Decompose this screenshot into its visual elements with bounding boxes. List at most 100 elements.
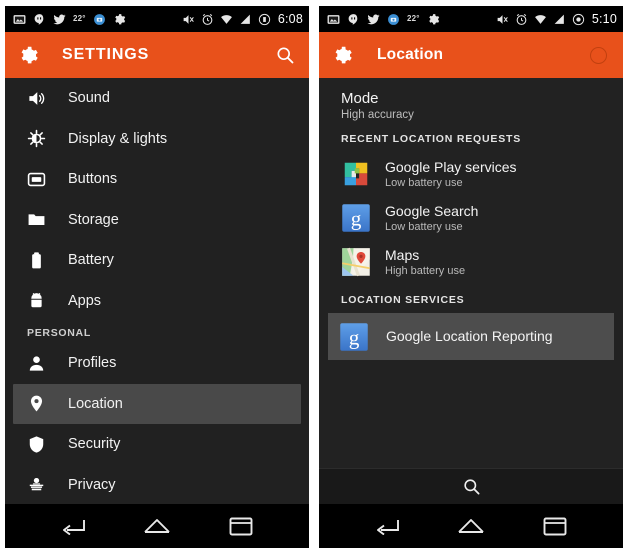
settings-app-bar: SETTINGS xyxy=(5,32,309,78)
location-mode-item[interactable]: Mode High accuracy xyxy=(319,78,623,131)
gear-icon xyxy=(114,13,125,24)
status-bar-left-icons: 22° xyxy=(327,13,440,26)
blue-app-icon xyxy=(388,13,399,25)
android-icon xyxy=(31,293,42,308)
settings-item-privacy[interactable]: Privacy xyxy=(5,465,309,505)
location-app-bar: Location xyxy=(319,32,623,78)
phone-location-screen: 22° 5:10 Location Mode High accuracy REC… xyxy=(319,6,623,548)
settings-item-profiles[interactable]: Profiles xyxy=(5,343,309,384)
wifi-icon xyxy=(220,14,232,24)
battery-use-label: High battery use xyxy=(385,265,466,278)
settings-item-label: Storage xyxy=(68,211,119,228)
location-content: Mode High accuracy RECENT LOCATION REQUE… xyxy=(319,78,623,504)
home-icon xyxy=(458,519,484,533)
location-request-row[interactable]: Google Play services Low battery use xyxy=(319,152,623,196)
section-header-recent-requests: RECENT LOCATION REQUESTS xyxy=(341,133,522,145)
location-request-text: Google Play services Low battery use xyxy=(385,159,517,189)
settings-item-battery[interactable]: Battery xyxy=(5,240,309,281)
back-icon xyxy=(63,520,85,535)
alarm-icon xyxy=(516,13,527,25)
mode-title: Mode xyxy=(341,90,379,107)
location-request-text: Google Search Low battery use xyxy=(385,203,478,233)
temperature-label: 22° xyxy=(73,14,86,23)
twitter-icon xyxy=(367,13,380,24)
gear-icon[interactable] xyxy=(332,45,353,66)
section-header-location-services: LOCATION SERVICES xyxy=(341,294,465,306)
location-service-row-google-location-reporting[interactable]: g Google Location Reporting xyxy=(328,313,614,360)
svg-text:g: g xyxy=(351,207,362,231)
battery-icon xyxy=(572,13,584,25)
service-name: Google Location Reporting xyxy=(386,328,553,345)
settings-item-label: Location xyxy=(68,395,123,412)
settings-item-label: Apps xyxy=(68,292,102,309)
app-name: Maps xyxy=(385,246,420,263)
recents-icon xyxy=(543,517,567,535)
alarm-icon xyxy=(202,13,213,25)
screenshot-icon xyxy=(327,14,340,24)
navigation-bar xyxy=(319,504,623,548)
settings-item-label: Display & lights xyxy=(68,130,168,147)
settings-item-storage[interactable]: Storage xyxy=(5,200,309,241)
location-request-row[interactable]: g Google Search Low battery use xyxy=(319,196,623,240)
location-request-text: Maps High battery use xyxy=(385,247,465,277)
buttons-icon xyxy=(27,172,46,186)
status-bar: 22° 6:08 xyxy=(5,6,309,32)
status-bar-left-icons: 22° xyxy=(13,13,126,26)
blue-app-icon xyxy=(93,13,105,25)
clock-label: 5:10 xyxy=(591,12,617,26)
settings-item-security[interactable]: Security xyxy=(5,424,309,465)
spy-icon xyxy=(29,478,44,491)
battery-use-label: Low battery use xyxy=(385,221,463,234)
settings-item-label: Profiles xyxy=(68,355,117,372)
status-bar-right-icons: 5:10 xyxy=(496,12,617,26)
screenshot-stage: 22° 6:08 SETTINGS Sound Display & lights… xyxy=(0,0,628,554)
signal-icon xyxy=(240,14,250,24)
page-title: Location xyxy=(377,46,444,63)
signal-icon xyxy=(554,14,564,24)
page-title: SETTINGS xyxy=(62,46,150,63)
google-search-icon: g xyxy=(340,322,368,351)
mode-subtitle: High accuracy xyxy=(341,109,414,121)
location-master-toggle[interactable] xyxy=(590,46,607,64)
settings-item-sound[interactable]: Sound xyxy=(5,78,309,119)
recents-icon xyxy=(229,517,253,535)
bottom-search-bar[interactable] xyxy=(319,468,623,504)
settings-item-label: Security xyxy=(68,436,121,453)
back-button[interactable] xyxy=(57,515,89,537)
gear-icon xyxy=(428,13,439,24)
settings-item-label: Privacy xyxy=(68,476,116,493)
google-search-icon: g xyxy=(342,204,370,232)
battery-icon xyxy=(32,252,41,269)
twitter-icon xyxy=(53,13,66,24)
recents-button[interactable] xyxy=(225,515,257,537)
settings-item-location[interactable]: Location xyxy=(13,383,301,424)
location-request-row[interactable]: Maps High battery use xyxy=(319,240,623,284)
home-button[interactable] xyxy=(455,515,487,537)
map-pin-icon xyxy=(30,395,43,412)
settings-item-label: Buttons xyxy=(68,171,118,188)
battery-use-label: Low battery use xyxy=(385,177,463,190)
clock-label: 6:08 xyxy=(277,12,303,26)
back-icon xyxy=(377,520,399,535)
svg-text:g: g xyxy=(349,325,360,349)
back-button[interactable] xyxy=(371,515,403,537)
folder-icon xyxy=(28,214,45,226)
person-icon xyxy=(29,356,44,371)
speaker-icon xyxy=(29,91,45,105)
recents-button[interactable] xyxy=(539,515,571,537)
search-icon[interactable] xyxy=(275,45,295,65)
shield-icon xyxy=(29,436,44,453)
status-bar: 22° 5:10 xyxy=(319,6,623,32)
settings-item-label: Sound xyxy=(68,90,110,107)
home-button[interactable] xyxy=(141,515,173,537)
app-name: Google Play services xyxy=(385,158,517,175)
home-icon xyxy=(144,519,170,533)
mute-icon xyxy=(497,14,508,24)
settings-item-display-lights[interactable]: Display & lights xyxy=(5,119,309,160)
gear-icon[interactable] xyxy=(18,45,39,66)
settings-item-buttons[interactable]: Buttons xyxy=(5,159,309,200)
hangouts-icon xyxy=(34,13,44,25)
status-bar-right-icons: 6:08 xyxy=(182,12,303,26)
navigation-bar xyxy=(5,504,309,548)
settings-item-apps[interactable]: Apps xyxy=(5,281,309,322)
